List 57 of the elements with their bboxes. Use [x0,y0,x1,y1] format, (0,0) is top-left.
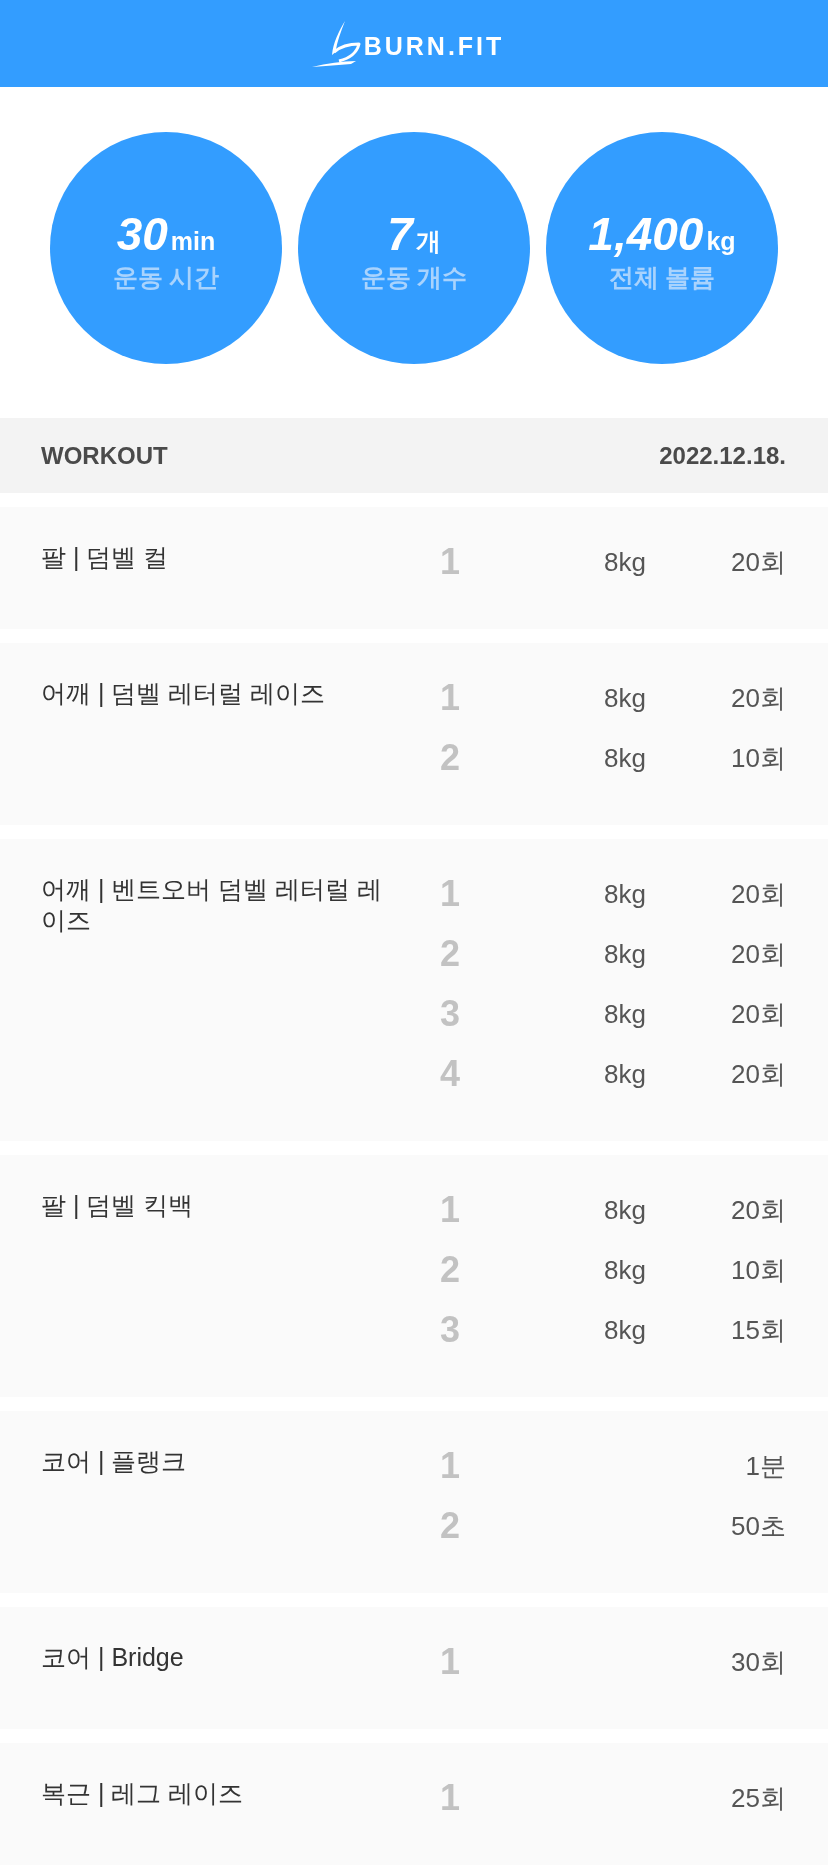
section-title: WORKOUT [41,440,168,471]
set-number: 2 [440,1250,461,1290]
set-number: 4 [440,1054,461,1094]
set-number: 1 [440,1446,461,1486]
set-reps: 15회 [731,1315,786,1345]
stat-unit: min [170,227,216,255]
set-reps: 10회 [731,1255,786,1285]
set-weight: 8kg [604,939,646,969]
set-weight: 8kg [604,999,646,1029]
set-weight: 8kg [604,683,646,713]
set-number: 1 [440,874,461,914]
stat-label: 운동 개수 [360,262,468,293]
exercise-name: 팔 | 덤벨 킥백 [41,1191,194,1219]
set-weight: 8kg [604,1315,646,1345]
stat-value: 1,400 [588,209,704,259]
exercise-name: 코어 | Bridge [41,1643,184,1671]
stat-unit: 개 [415,227,441,255]
set-reps: 20회 [731,683,786,713]
exercise-name: 어깨 | 덤벨 레터럴 레이즈 [41,679,326,707]
set-reps: 20회 [731,1195,786,1225]
set-weight: 8kg [604,547,646,577]
set-number: 2 [440,1506,461,1546]
set-reps: 20회 [731,999,786,1029]
set-reps: 20회 [731,1059,786,1089]
set-number: 1 [440,542,461,582]
set-number: 1 [440,1642,461,1682]
exercise-name: 어깨 | 벤트오버 덤벨 레터럴 레이즈 [41,875,383,934]
set-number: 2 [440,934,461,974]
exercise-name: 팔 | 덤벨 컬 [41,543,169,571]
set-number: 3 [440,994,461,1034]
set-reps: 20회 [731,547,786,577]
logo-text: BURN.FIT [363,33,505,59]
set-reps: 10회 [731,743,786,773]
set-weight: 8kg [604,1059,646,1089]
set-reps: 25회 [731,1783,786,1813]
stat-value: 7 [387,209,413,259]
stat-unit: kg [706,227,736,255]
set-weight: 8kg [604,1195,646,1225]
set-reps: 30회 [731,1647,786,1677]
set-number: 3 [440,1310,461,1350]
set-reps: 50초 [731,1511,786,1541]
stat-value: 30 [116,209,168,259]
set-weight: 8kg [604,1255,646,1285]
exercise-name: 코어 | 플랭크 [41,1447,187,1475]
set-number: 1 [440,1190,461,1230]
set-number: 2 [440,738,461,778]
set-number: 1 [440,678,461,718]
set-number: 1 [440,1778,461,1818]
set-reps: 20회 [731,879,786,909]
stat-label: 전체 볼륨 [608,262,716,293]
set-weight: 8kg [604,879,646,909]
exercise-name: 복근 | 레그 레이즈 [41,1779,244,1807]
set-weight: 8kg [604,743,646,773]
set-reps: 20회 [731,939,786,969]
stat-label: 운동 시간 [112,262,220,293]
set-reps: 1분 [745,1451,786,1481]
workout-date: 2022.12.18. [659,440,786,471]
